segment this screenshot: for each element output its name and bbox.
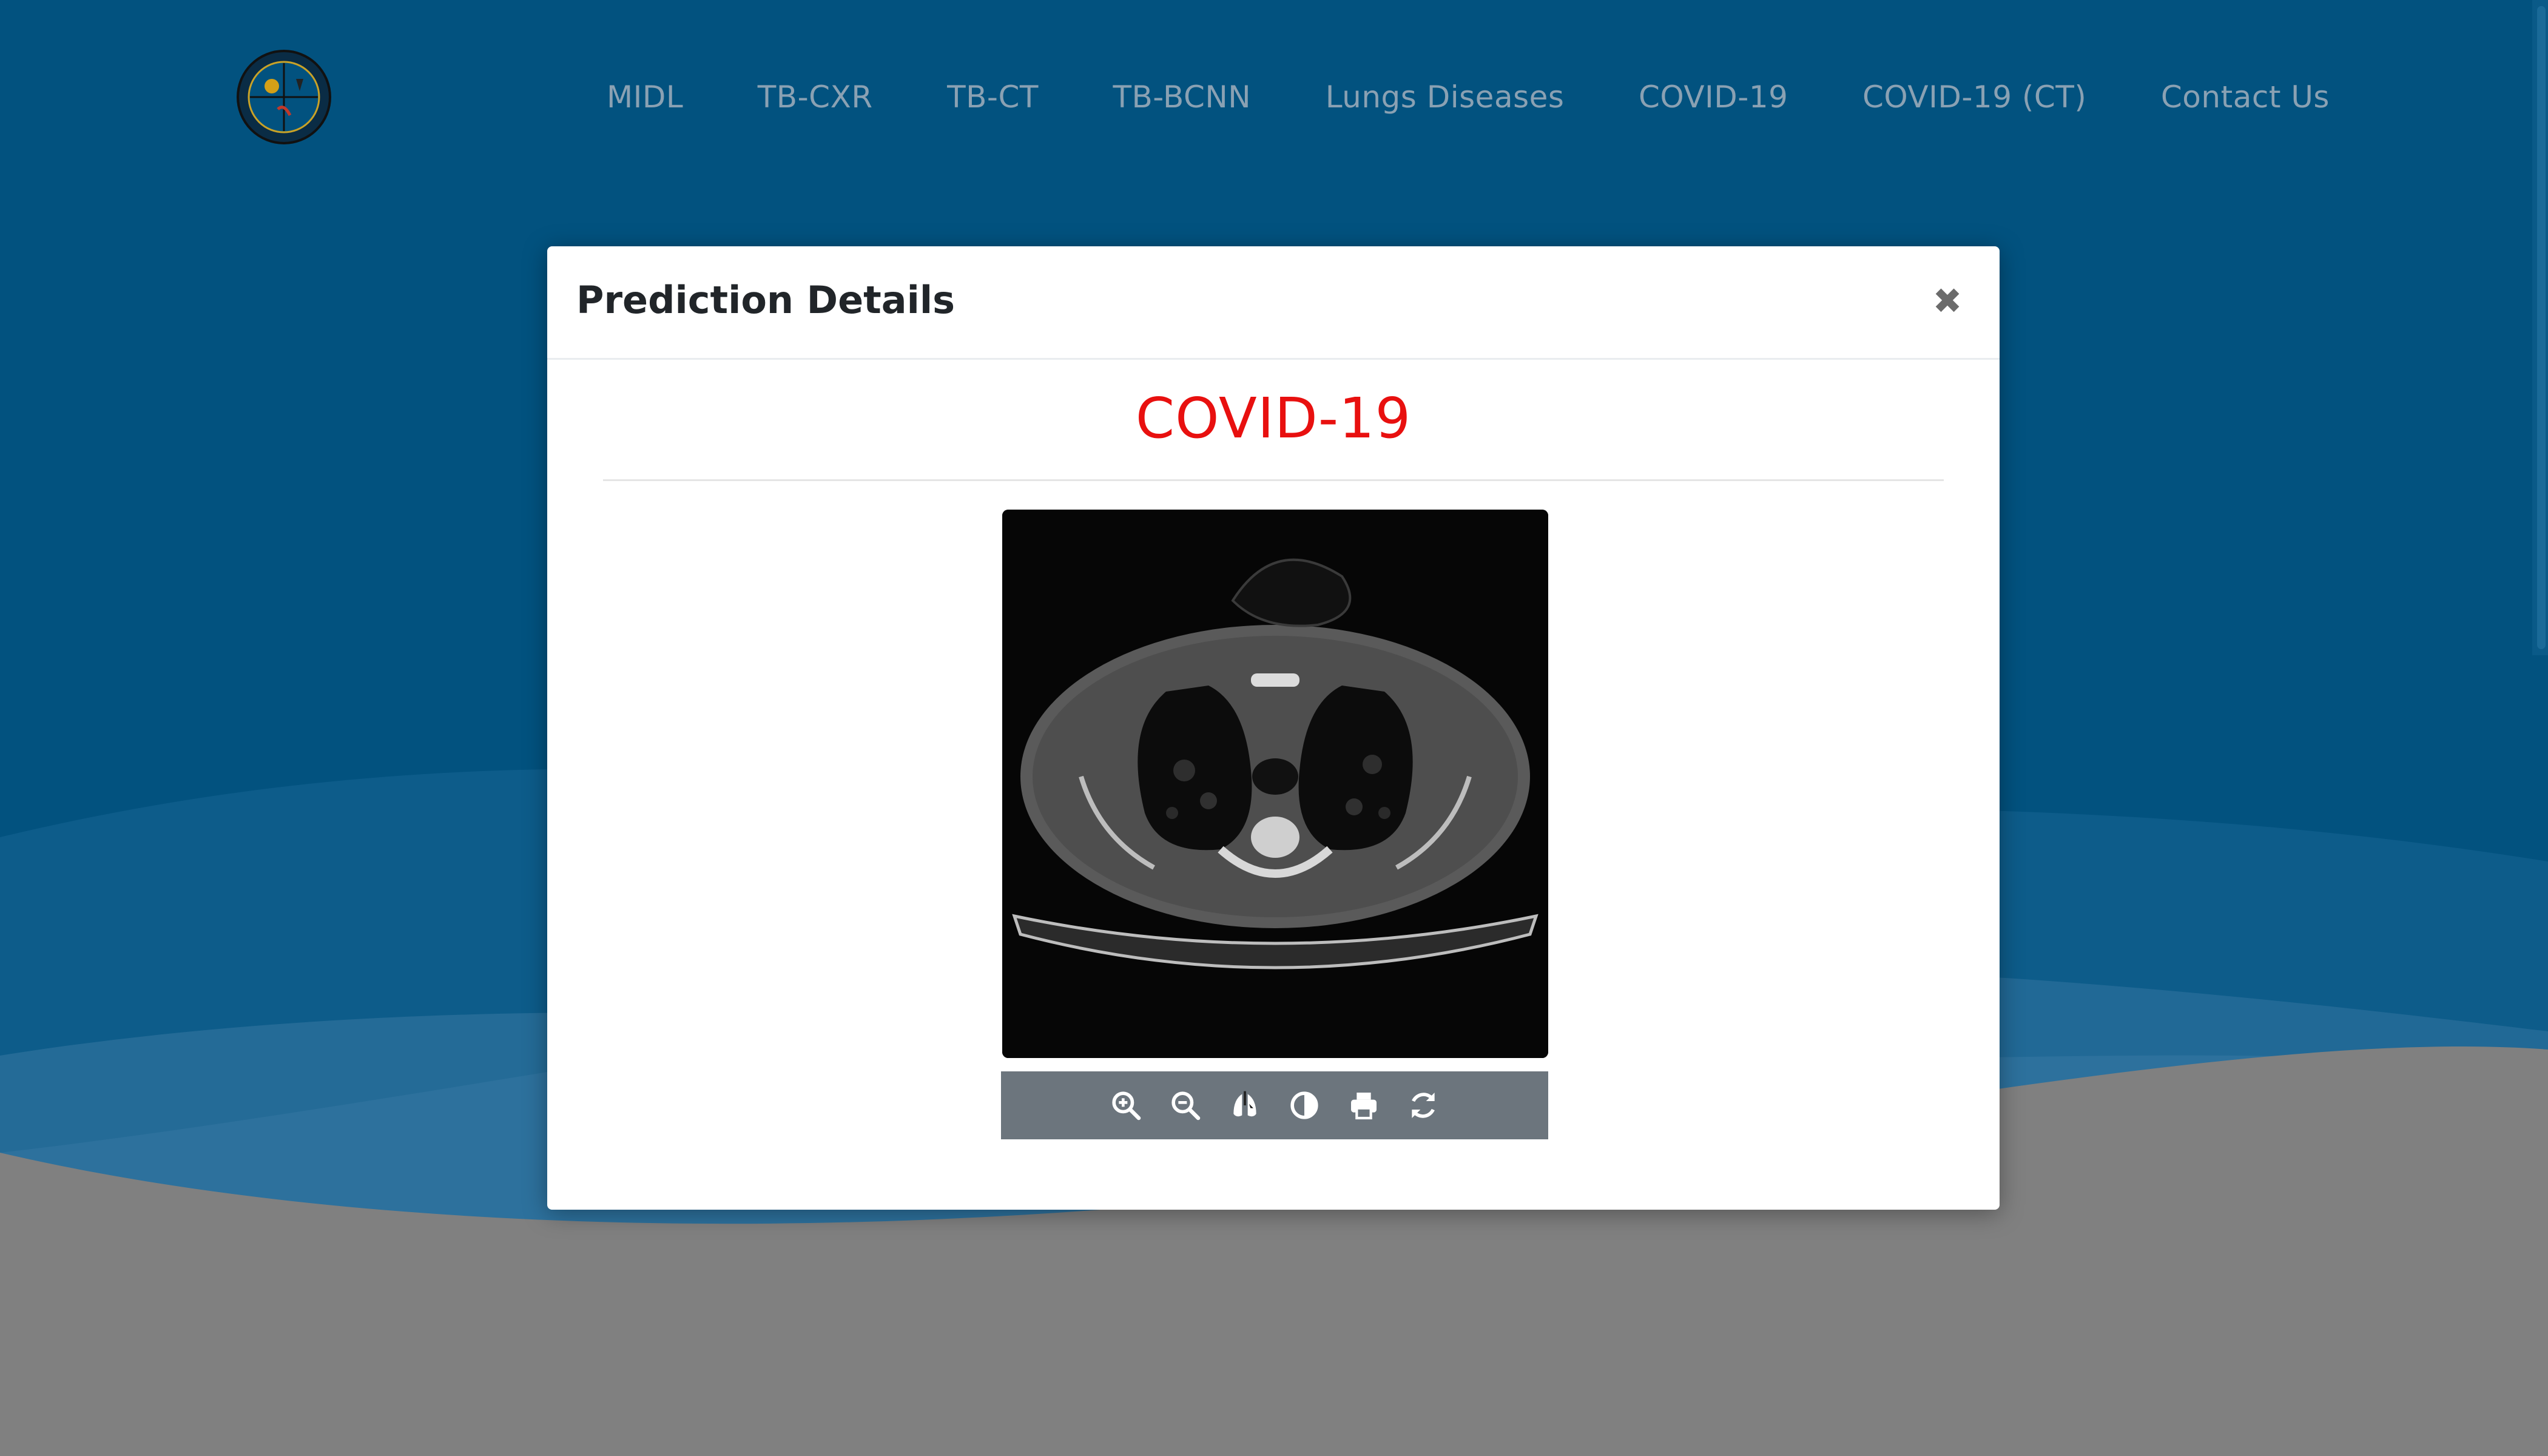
nav-item-lungs-diseases[interactable]: Lungs Diseases: [1326, 79, 1565, 115]
refresh-icon[interactable]: [1405, 1087, 1441, 1124]
nav-item-contact-us[interactable]: Contact Us: [2161, 79, 2330, 115]
contrast-icon[interactable]: [1286, 1087, 1323, 1124]
prediction-result: COVID-19: [1135, 386, 1412, 451]
nav-item-covid-19[interactable]: COVID-19: [1639, 79, 1788, 115]
main-nav: MIDL TB-CXR TB-CT TB-BCNN Lungs Diseases…: [607, 73, 2330, 121]
institution-seal-logo[interactable]: [235, 49, 332, 146]
ct-scan-image: [1002, 510, 1548, 1058]
modal-title: Prediction Details: [576, 278, 956, 322]
zoom-in-icon[interactable]: [1108, 1087, 1144, 1124]
nav-item-tb-ct[interactable]: TB-CT: [947, 79, 1039, 115]
nav-item-covid-19-ct[interactable]: COVID-19 (CT): [1862, 79, 2086, 115]
nav-item-tb-cxr[interactable]: TB-CXR: [758, 79, 873, 115]
nav-item-tb-bcnn[interactable]: TB-BCNN: [1113, 79, 1251, 115]
nav-item-midl[interactable]: MIDL: [607, 79, 683, 115]
prediction-modal: Prediction Details ✖ COVID-19: [547, 246, 2000, 1210]
image-toolbar: [1001, 1071, 1548, 1139]
divider: [603, 479, 1944, 481]
print-icon[interactable]: [1346, 1087, 1382, 1124]
lungs-icon[interactable]: [1227, 1087, 1263, 1124]
modal-header: Prediction Details ✖: [547, 246, 2000, 360]
close-button[interactable]: ✖: [1923, 277, 1972, 325]
scrollbar-thumb[interactable]: [2537, 6, 2546, 649]
page-scrollbar[interactable]: [2532, 0, 2548, 655]
zoom-out-icon[interactable]: [1167, 1087, 1204, 1124]
